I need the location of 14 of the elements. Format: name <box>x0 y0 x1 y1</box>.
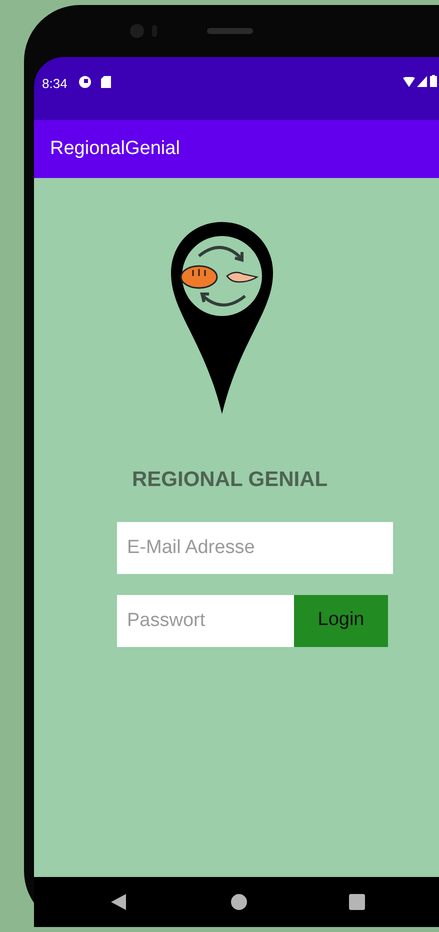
signal-icon <box>417 76 427 87</box>
back-icon[interactable] <box>111 894 126 910</box>
email-field[interactable]: E-Mail Adresse <box>117 522 393 574</box>
home-icon[interactable] <box>231 894 247 910</box>
notification-icon <box>79 76 92 88</box>
wifi-icon <box>403 77 415 87</box>
password-field[interactable]: Passwort <box>117 594 294 646</box>
speaker-grille <box>207 28 253 34</box>
app-heading: REGIONAL GENIAL <box>132 467 329 493</box>
battery-icon <box>430 75 437 87</box>
sd-card-icon <box>101 76 112 88</box>
app-title: RegionalGenial <box>50 136 180 161</box>
status-time: 8:34 <box>42 75 68 93</box>
login-button[interactable]: Login <box>294 594 388 646</box>
